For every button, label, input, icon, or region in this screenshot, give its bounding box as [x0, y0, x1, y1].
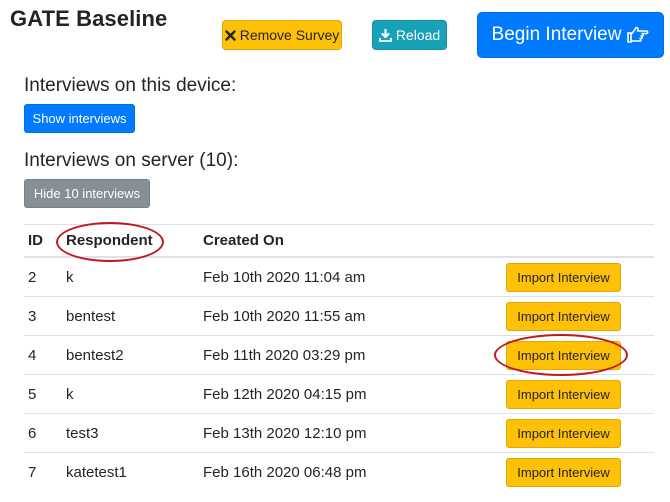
row-id: 6 — [28, 424, 37, 442]
begin-interview-button[interactable]: Begin Interview — [477, 12, 664, 58]
column-header-created-on: Created On — [203, 232, 284, 249]
device-interviews-heading: Interviews on this device: — [24, 75, 237, 96]
row-created-on: Feb 10th 2020 11:04 am — [203, 268, 366, 286]
remove-survey-label: Remove Survey — [239, 27, 340, 43]
show-interviews-button[interactable]: Show interviews — [24, 104, 135, 133]
row-created-on: Feb 16th 2020 06:48 pm — [203, 463, 367, 481]
row-respondent: k — [66, 385, 74, 403]
table-header-row: ID Respondent Created On — [24, 224, 654, 257]
row-id: 2 — [28, 268, 37, 286]
import-interview-button[interactable]: Import Interview — [506, 263, 621, 292]
table-row: 6 test3 Feb 13th 2020 12:10 pm Import In… — [24, 413, 654, 452]
row-id: 7 — [28, 463, 37, 481]
row-respondent: katetest1 — [66, 463, 127, 481]
server-interviews-heading: Interviews on server (10): — [24, 150, 239, 171]
row-id: 5 — [28, 385, 37, 403]
page-title: GATE Baseline — [10, 6, 168, 31]
reload-label: Reload — [395, 27, 441, 43]
import-interview-button[interactable]: Import Interview — [506, 341, 621, 370]
row-created-on: Feb 12th 2020 04:15 pm — [203, 385, 367, 403]
row-respondent: test3 — [66, 424, 99, 442]
reload-button[interactable]: Reload — [372, 20, 447, 50]
column-header-respondent: Respondent — [66, 232, 153, 249]
hide-interviews-button[interactable]: Hide 10 interviews — [24, 179, 150, 208]
begin-interview-label: Begin Interview — [491, 24, 622, 45]
row-created-on: Feb 13th 2020 12:10 pm — [203, 424, 367, 442]
import-interview-button[interactable]: Import Interview — [506, 419, 621, 448]
close-icon — [225, 29, 236, 41]
table-row: 4 bentest2 Feb 11th 2020 03:29 pm Import… — [24, 335, 654, 374]
table-row: 2 k Feb 10th 2020 11:04 am Import Interv… — [24, 257, 654, 296]
row-created-on: Feb 10th 2020 11:55 am — [203, 307, 366, 325]
row-respondent: bentest2 — [66, 346, 124, 364]
import-interview-button[interactable]: Import Interview — [506, 380, 621, 409]
import-interview-button[interactable]: Import Interview — [506, 458, 621, 487]
import-interview-button[interactable]: Import Interview — [506, 302, 621, 331]
table-row: 3 bentest Feb 10th 2020 11:55 am Import … — [24, 296, 654, 335]
row-created-on: Feb 11th 2020 03:29 pm — [203, 346, 366, 364]
column-header-id: ID — [28, 232, 43, 249]
table-row: 5 k Feb 12th 2020 04:15 pm Import Interv… — [24, 374, 654, 413]
row-id: 3 — [28, 307, 37, 325]
row-id: 4 — [28, 346, 37, 364]
row-respondent: bentest — [66, 307, 116, 325]
hand-point-right-icon — [627, 26, 649, 44]
row-respondent: k — [66, 268, 74, 286]
table-row: 7 katetest1 Feb 16th 2020 06:48 pm Impor… — [24, 452, 654, 491]
interviews-table: ID Respondent Created On 2 k Feb 10th 20… — [24, 224, 654, 491]
download-icon — [378, 28, 392, 42]
remove-survey-button[interactable]: Remove Survey — [222, 20, 342, 50]
